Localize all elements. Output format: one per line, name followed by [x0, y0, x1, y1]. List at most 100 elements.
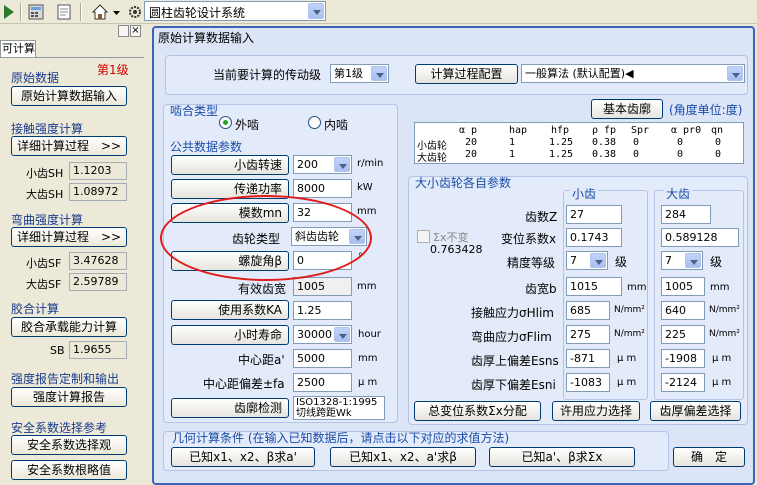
speed-unit: r/min	[357, 158, 384, 169]
big-contact-stress-unit: N/mm²	[709, 305, 740, 315]
solve-center-distance-button[interactable]: 已知x1、x2、β求a'	[171, 447, 315, 467]
life-hours-button[interactable]: 小时寿命	[171, 325, 289, 345]
small-contact-stress-field[interactable]: 685	[566, 301, 610, 320]
bending-detail-button[interactable]: 详细计算过程 >>	[11, 227, 127, 247]
process-config-button[interactable]: 计算过程配置	[415, 64, 518, 84]
gear-icon	[127, 3, 143, 21]
rack-header-rfp: ρ fp	[592, 125, 617, 136]
rack-cell: 0	[633, 137, 640, 148]
home-icon[interactable]	[91, 3, 109, 21]
life-hours-unit: hour	[358, 329, 381, 340]
solve-sum-shift-button[interactable]: 已知a'、β求Σx	[489, 447, 635, 467]
rack-cell: 20	[465, 137, 478, 148]
small-lower-dev-field[interactable]: -1083	[566, 373, 610, 392]
center-distance-field[interactable]: 5000	[293, 349, 352, 368]
safety-select-button[interactable]: 安全系数选择观	[11, 435, 127, 455]
big-face-width-unit: mm	[710, 282, 730, 293]
document-icon[interactable]	[55, 3, 73, 21]
section-report-title: 强度报告定制和输出	[11, 372, 120, 386]
effective-width-field: 1005	[293, 277, 352, 296]
total-shift-distribute-button[interactable]: 总变位系数Σx分配	[414, 401, 541, 421]
center-deviation-field[interactable]: 2500	[293, 373, 352, 392]
shift-coef-label: 变位系数x	[501, 232, 557, 246]
big-upper-dev-field[interactable]: -1908	[661, 349, 705, 368]
life-hours-combo[interactable]: 30000	[293, 325, 352, 344]
main-window-title: 原始计算数据输入	[158, 31, 255, 45]
glue-capacity-button[interactable]: 胶合承载能力计算	[11, 317, 127, 337]
big-gear-header: 大齿	[664, 185, 693, 202]
small-upper-dev-field[interactable]: -871	[566, 349, 610, 368]
big-contact-stress-field[interactable]: 640	[661, 301, 705, 320]
big-lower-dev-field[interactable]: -2124	[661, 373, 705, 392]
small-bending-stress-field[interactable]: 275	[566, 325, 610, 344]
rack-cell: 0	[715, 137, 722, 148]
speed-combo[interactable]: 200	[293, 155, 352, 174]
tab-calculation[interactable]: 可计算	[0, 40, 36, 57]
bending-stress-label: 弯曲应力σFlim	[471, 330, 552, 344]
rack-header-spr: Spr	[631, 125, 650, 136]
stage-combo[interactable]: 第1级	[330, 64, 389, 83]
rack-cell: 0.38	[592, 149, 617, 160]
rack-header-apr0: α pr0	[671, 125, 702, 136]
big-bending-stress-field[interactable]: 225	[661, 325, 705, 344]
rack-cell: 0.38	[592, 137, 617, 148]
chevron-down-icon[interactable]	[371, 66, 387, 81]
effective-width-unit: mm	[357, 281, 377, 292]
speed-button[interactable]: 小齿转速	[171, 155, 289, 175]
small-shift-field[interactable]: 0.1743	[566, 228, 622, 247]
application-factor-button[interactable]: 使用系数KA	[171, 300, 289, 320]
ok-button[interactable]: 确 定	[673, 447, 745, 467]
minimize-icon[interactable]	[118, 25, 129, 37]
center-deviation-label: 中心距偏差±fa	[203, 377, 285, 391]
small-face-width-field[interactable]: 1015	[566, 277, 622, 296]
application-factor-field[interactable]: 1.25	[293, 301, 352, 320]
home-dropdown-icon[interactable]	[112, 3, 122, 21]
big-teeth-field[interactable]: 284	[661, 205, 711, 224]
chevron-down-icon[interactable]	[685, 253, 701, 268]
chevron-down-icon[interactable]	[727, 66, 743, 81]
rack-cell: 1	[509, 137, 516, 148]
allowable-stress-button[interactable]: 许用应力选择	[552, 401, 640, 421]
contact-small-value: 1.1203	[69, 162, 127, 180]
inspection-standard-field[interactable]: ISO1328-1:1995 切线跨距Wk	[293, 396, 385, 420]
basic-rack-button[interactable]: 基本齿廓	[591, 99, 663, 119]
profile-inspection-button[interactable]: 齿廓检测	[171, 398, 289, 418]
toolbar-arrow-icon[interactable]	[2, 3, 20, 21]
rack-cell: 0	[633, 149, 640, 160]
chevron-down-icon[interactable]	[590, 253, 606, 268]
stage-combo-value: 第1级	[334, 67, 363, 80]
small-accuracy-value: 7	[570, 254, 577, 267]
external-mesh-radio[interactable]	[219, 116, 232, 129]
small-accuracy-unit: 级	[615, 255, 628, 269]
big-shift-field[interactable]: 0.589128	[661, 228, 739, 247]
chevron-down-icon[interactable]	[308, 3, 324, 19]
teeth-label: 齿数Z	[525, 210, 558, 224]
small-gear-header: 小齿	[570, 185, 599, 202]
power-field[interactable]: 8000	[293, 179, 352, 198]
small-teeth-field[interactable]: 27	[566, 205, 622, 224]
module-unit: mm	[357, 206, 377, 217]
contact-detail-button[interactable]: 详细计算过程 >>	[11, 136, 127, 156]
solve-helix-angle-button[interactable]: 已知x1、x2、a'求β	[330, 447, 476, 467]
section-safety-title: 安全系数选择参考	[11, 421, 108, 435]
thickness-deviation-button[interactable]: 齿厚偏差选择	[650, 401, 741, 421]
face-width-label: 齿宽b	[525, 282, 557, 296]
big-accuracy-combo[interactable]: 7	[661, 251, 703, 270]
calculator-icon[interactable]	[27, 3, 45, 21]
method-combo[interactable]: 一般算法 (默认配置)◀	[521, 64, 745, 83]
center-distance-label: 中心距a'	[238, 353, 285, 367]
small-accuracy-combo[interactable]: 7	[566, 251, 608, 270]
system-combo[interactable]: 圆柱齿轮设计系统	[144, 1, 326, 21]
mesh-type-title: 啮合类型	[170, 104, 219, 118]
chevron-down-icon[interactable]	[334, 157, 350, 172]
small-contact-stress-unit: N/mm²	[614, 305, 645, 315]
safety-value-button[interactable]: 安全系数根略值	[11, 460, 127, 480]
close-icon[interactable]: ×	[130, 25, 141, 37]
big-face-width-field[interactable]: 1005	[661, 277, 705, 296]
original-data-input-button[interactable]: 原始计算数据输入	[11, 86, 127, 106]
strength-report-button[interactable]: 强度计算报告	[11, 387, 127, 407]
chevron-down-icon[interactable]	[334, 327, 350, 342]
sum-fixed-checkbox[interactable]	[417, 230, 430, 243]
internal-mesh-radio[interactable]	[308, 116, 321, 129]
panel-controls: ×	[118, 25, 142, 39]
